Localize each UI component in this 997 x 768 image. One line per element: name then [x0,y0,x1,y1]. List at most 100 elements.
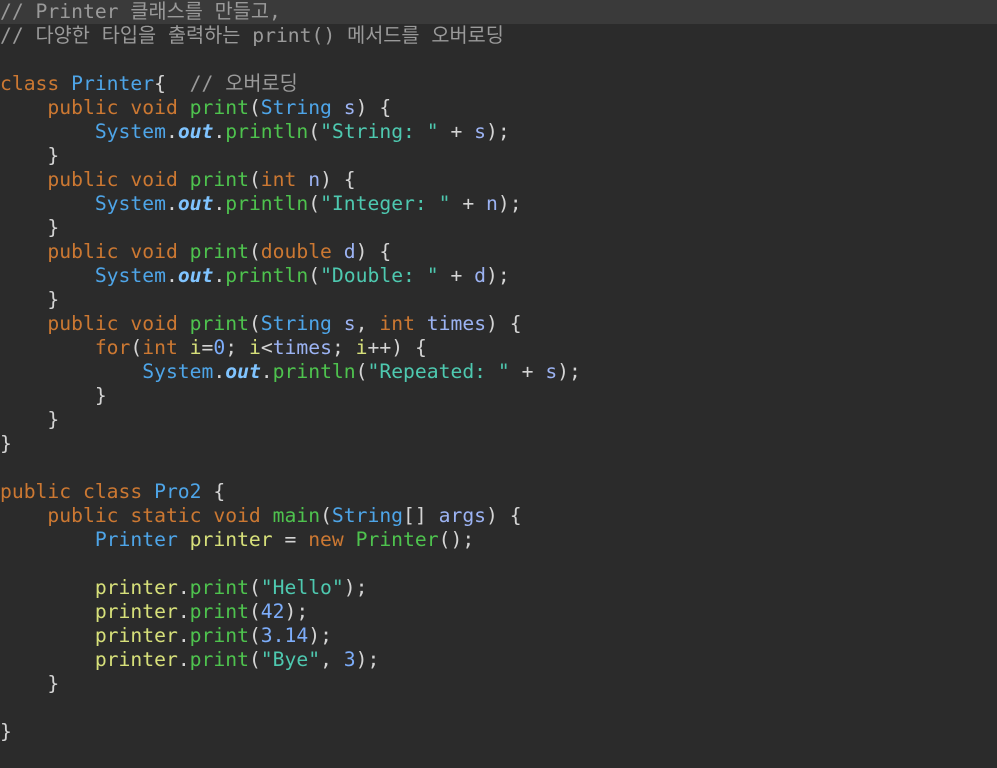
code-token-type: System [94,120,166,143]
code-token-plain: ( [130,336,143,359]
code-token-kw: int [379,312,427,335]
code-token-plain: ); [486,120,510,143]
code-token-plain: . [213,360,226,383]
code-line[interactable]: } [0,672,997,696]
code-token-method: print [189,312,249,335]
code-token-kw: public void [47,96,190,119]
code-token-comment: // Printer 클래스를 만들고, [0,0,281,23]
code-line[interactable]: printer.print("Hello"); [0,576,997,600]
code-token-field: out [177,264,214,287]
code-token-field: out [177,120,214,143]
code-token-kw: public static void [47,504,273,527]
code-token-plain: ); [308,624,332,647]
code-token-method: println [225,120,309,143]
code-line[interactable]: } [0,144,997,168]
code-token-str: "Bye" [260,648,321,671]
code-token-plain: ) { [355,240,392,263]
code-line[interactable]: } [0,432,997,456]
code-token-plain: ( [248,168,261,191]
code-line[interactable] [0,48,997,72]
code-line[interactable]: public void print(String s) { [0,96,997,120]
code-line[interactable]: public void print(double d) { [0,240,997,264]
code-editor[interactable]: // Printer 클래스를 만들고,// 다양한 타입을 출력하는 prin… [0,0,997,768]
code-token-method: println [272,360,356,383]
code-token-plain: ) { [486,504,522,527]
code-token-plain: . [165,120,178,143]
code-token-type: String [260,312,344,335]
code-line[interactable]: } [0,384,997,408]
code-token-plain: ( [248,624,261,647]
code-token-method: Printer [355,528,439,551]
code-line[interactable] [0,696,997,720]
code-line[interactable]: public static void main(String[] args) { [0,504,997,528]
code-line[interactable]: public void print(int n) { [0,168,997,192]
code-line[interactable]: public void print(String s, int times) { [0,312,997,336]
code-token-type: Printer [94,528,190,551]
code-token-param: d [474,264,487,287]
code-token-type: System [94,192,166,215]
code-token-plain: . [177,576,190,599]
code-line[interactable]: System.out.println("Integer: " + n); [0,192,997,216]
code-line[interactable]: System.out.println("Repeated: " + s); [0,360,997,384]
code-token-plain: ( [248,600,261,623]
code-token-var: printer [94,624,178,647]
code-token-var: i [355,336,368,359]
code-token-plain: ) { [355,96,392,119]
code-token-plain: . [260,360,273,383]
code-line[interactable]: printer.print(42); [0,600,997,624]
code-line[interactable]: } [0,720,997,744]
code-token-plain: ( [355,360,368,383]
code-line[interactable] [0,552,997,576]
code-line[interactable]: for(int i=0; i<times; i++) { [0,336,997,360]
code-token-method: println [225,264,309,287]
code-token-plain: ); [343,576,368,599]
code-line[interactable]: } [0,216,997,240]
code-line[interactable]: class Printer{ // 오버로딩 [0,72,997,96]
code-line[interactable]: } [0,408,997,432]
code-token-plain: < [260,336,273,359]
code-line[interactable]: // Printer 클래스를 만들고, [0,0,997,24]
code-line[interactable]: } [0,288,997,312]
code-token-var: i [189,336,202,359]
code-line[interactable]: Printer printer = new Printer(); [0,528,997,552]
code-token-plain: { [154,72,190,95]
code-token-plain: [] [403,504,439,527]
code-token-str: "Double: " [320,264,439,287]
code-token-plain: ); [355,648,380,671]
code-token-str: "String: " [320,120,439,143]
code-token-type: System [94,264,166,287]
code-token-var: i [248,336,261,359]
code-line[interactable]: // 다양한 타입을 출력하는 print() 메서드를 오버로딩 [0,24,997,48]
code-token-var: printer [94,600,178,623]
code-line[interactable]: public class Pro2 { [0,480,997,504]
code-token-var: printer [189,528,273,551]
code-line[interactable] [0,456,997,480]
code-token-method: print [189,600,249,623]
code-token-kw: public class [0,480,155,503]
code-token-kw: double [260,240,344,263]
code-line[interactable]: printer.print("Bye", 3); [0,648,997,672]
code-token-plain: } [0,384,107,407]
code-token-plain: = [201,336,214,359]
code-line[interactable]: System.out.println("String: " + s); [0,120,997,144]
code-line[interactable]: printer.print(3.14); [0,624,997,648]
code-token-method: print [189,96,249,119]
code-token-plain: } [0,288,60,311]
code-token-kw: class [0,72,72,95]
code-line[interactable]: System.out.println("Double: " + d); [0,264,997,288]
code-token-comment: // 다양한 타입을 출력하는 [0,24,253,47]
code-token-plain: . [177,624,190,647]
code-token-plain: + [509,360,546,383]
code-token-param: s [343,312,356,335]
